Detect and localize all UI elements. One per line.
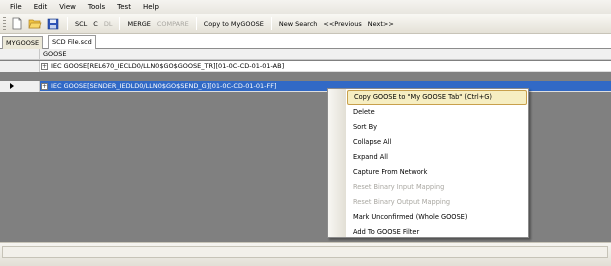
expand-icon[interactable]: + [41, 63, 48, 70]
status-panel [2, 246, 608, 258]
menu-tools[interactable]: Tools [82, 0, 111, 14]
open-folder-icon[interactable] [27, 16, 43, 32]
new-search-button[interactable]: New Search [276, 20, 321, 28]
menu-item-sort-by[interactable]: Sort By [350, 120, 526, 135]
merge-button[interactable]: MERGE [124, 20, 153, 28]
tab-strip: MYGOOSE SCD File.scd [0, 34, 611, 50]
toolbar-separator [195, 17, 197, 30]
context-menu: Copy GOOSE to "My GOOSE Tab" (Ctrl+G) De… [327, 88, 529, 238]
grid-header: GOOSE [0, 49, 611, 60]
toolbar-separator [119, 17, 121, 30]
menu-bar: File Edit View Tools Test Help [0, 0, 611, 14]
dl-button[interactable]: DL [101, 20, 116, 28]
menu-view[interactable]: View [53, 0, 82, 14]
toolbar-separator [67, 17, 68, 30]
menu-item-add-to-goose-filter[interactable]: Add To GOOSE Filter [350, 225, 526, 240]
column-header-goose[interactable]: GOOSE [43, 49, 67, 60]
menu-item-copy-goose[interactable]: Copy GOOSE to "My GOOSE Tab" (Ctrl+G) [347, 90, 527, 105]
menu-item-collapse-all[interactable]: Collapse All [350, 135, 526, 150]
status-bar [0, 242, 611, 266]
tab-mygoose[interactable]: MYGOOSE [2, 36, 44, 49]
previous-button[interactable]: <<Previous [320, 20, 364, 28]
c-button[interactable]: C [90, 20, 101, 28]
toolbar: SCL C DL MERGE COMPARE Copy to MyGOOSE N… [0, 14, 611, 34]
scl-button[interactable]: SCL [72, 20, 90, 28]
menu-item-reset-binary-output[interactable]: Reset Binary Output Mapping [350, 195, 526, 210]
menu-file[interactable]: File [4, 0, 28, 14]
compare-button[interactable]: COMPARE [154, 20, 192, 28]
menu-item-mark-unconfirmed[interactable]: Mark Unconfirmed (Whole GOOSE) [350, 210, 526, 225]
toolbar-separator [270, 17, 272, 30]
save-icon[interactable] [45, 16, 61, 32]
goose-cell[interactable]: IEC GOOSE[REL670_IECLD0/LLN0$GO$GOOSE_TR… [51, 61, 284, 72]
table-row[interactable]: + IEC GOOSE[REL670_IECLD0/LLN0$GO$GOOSE_… [0, 61, 611, 72]
row-header-column [0, 49, 40, 60]
menu-item-expand-all[interactable]: Expand All [350, 150, 526, 165]
expand-icon[interactable]: + [41, 83, 48, 90]
tab-scd-file[interactable]: SCD File.scd [48, 35, 96, 50]
menu-item-reset-binary-input[interactable]: Reset Binary Input Mapping [350, 180, 526, 195]
next-button[interactable]: Next>> [365, 20, 397, 28]
current-row-arrow-icon [10, 83, 14, 89]
row-header[interactable] [0, 81, 40, 92]
toolbar-grip[interactable] [3, 16, 6, 31]
goose-cell[interactable]: IEC GOOSE[SENDER_IEDLD0/LLN0$GO$SEND_G][… [51, 81, 277, 92]
copy-to-mygoose-button[interactable]: Copy to MyGOOSE [201, 20, 267, 28]
menu-test[interactable]: Test [111, 0, 137, 14]
menu-item-capture-from-network[interactable]: Capture From Network [350, 165, 526, 180]
menu-item-delete[interactable]: Delete [350, 105, 526, 120]
context-menu-gutter [328, 89, 346, 237]
new-file-icon[interactable] [9, 16, 25, 32]
menu-edit[interactable]: Edit [28, 0, 54, 14]
row-header[interactable] [0, 61, 40, 72]
menu-help[interactable]: Help [137, 0, 165, 14]
